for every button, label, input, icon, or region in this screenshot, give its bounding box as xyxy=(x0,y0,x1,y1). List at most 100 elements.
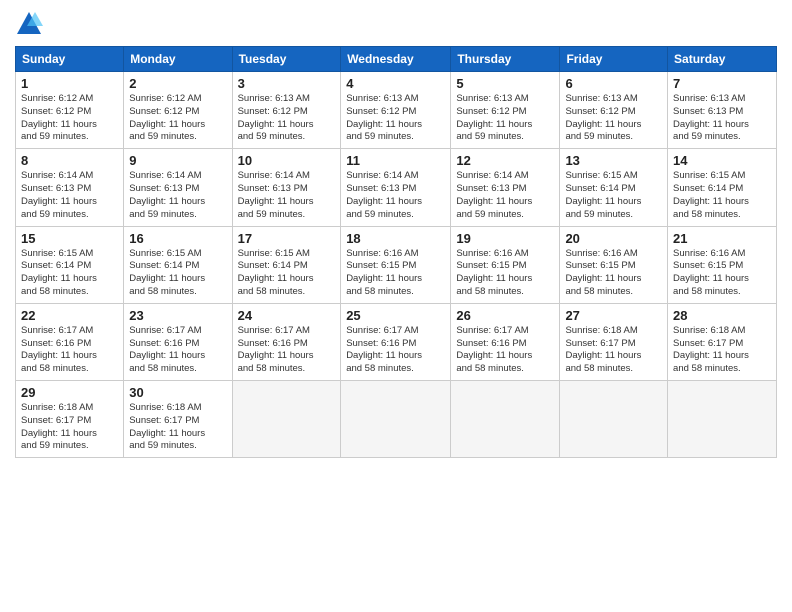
day-number: 22 xyxy=(21,308,118,323)
day-cell xyxy=(560,381,668,458)
day-info: Sunrise: 6:13 AM Sunset: 6:12 PM Dayligh… xyxy=(456,93,554,144)
day-cell: 2 Sunrise: 6:12 AM Sunset: 6:12 PM Daylig… xyxy=(124,72,232,149)
week-row-3: 15Sunrise: 6:15 AM Sunset: 6:14 PM Dayli… xyxy=(16,226,777,303)
day-cell: 17Sunrise: 6:15 AM Sunset: 6:14 PM Dayli… xyxy=(232,226,341,303)
day-number: 19 xyxy=(456,231,554,246)
day-info: Sunrise: 6:15 AM Sunset: 6:14 PM Dayligh… xyxy=(673,170,771,221)
day-cell: 6 Sunrise: 6:13 AM Sunset: 6:12 PM Daylig… xyxy=(560,72,668,149)
day-cell: 3Sunrise: 6:13 AM Sunset: 6:12 PM Daylig… xyxy=(232,72,341,149)
day-info: Sunrise: 6:17 AM Sunset: 6:16 PM Dayligh… xyxy=(129,325,226,376)
day-cell: 27 Sunrise: 6:18 AM Sunset: 6:17 PM Dayli… xyxy=(560,303,668,380)
day-cell: 23 Sunrise: 6:17 AM Sunset: 6:16 PM Dayli… xyxy=(124,303,232,380)
day-info: Sunrise: 6:13 AM Sunset: 6:13 PM Dayligh… xyxy=(673,93,771,144)
day-info: Sunrise: 6:13 AM Sunset: 6:12 PM Dayligh… xyxy=(346,93,445,144)
day-info: Sunrise: 6:18 AM Sunset: 6:17 PM Dayligh… xyxy=(21,402,118,453)
header-cell-monday: Monday xyxy=(124,47,232,72)
day-number: 10 xyxy=(238,153,336,168)
day-info: Sunrise: 6:16 AM Sunset: 6:15 PM Dayligh… xyxy=(565,248,662,299)
day-cell: 24 Sunrise: 6:17 AM Sunset: 6:16 PM Dayli… xyxy=(232,303,341,380)
day-info: Sunrise: 6:14 AM Sunset: 6:13 PM Dayligh… xyxy=(346,170,445,221)
day-info: Sunrise: 6:18 AM Sunset: 6:17 PM Dayligh… xyxy=(129,402,226,453)
day-number: 18 xyxy=(346,231,445,246)
logo-icon xyxy=(15,10,43,38)
day-cell: 28 Sunrise: 6:18 AM Sunset: 6:17 PM Dayli… xyxy=(668,303,777,380)
day-number: 2 xyxy=(129,76,226,91)
day-info: Sunrise: 6:15 AM Sunset: 6:14 PM Dayligh… xyxy=(21,248,118,299)
day-cell: 13 Sunrise: 6:15 AM Sunset: 6:14 PM Dayli… xyxy=(560,149,668,226)
day-cell: 12 Sunrise: 6:14 AM Sunset: 6:13 PM Dayli… xyxy=(451,149,560,226)
day-cell xyxy=(668,381,777,458)
day-info: Sunrise: 6:14 AM Sunset: 6:13 PM Dayligh… xyxy=(456,170,554,221)
day-number: 29 xyxy=(21,385,118,400)
header-row: SundayMondayTuesdayWednesdayThursdayFrid… xyxy=(16,47,777,72)
day-cell xyxy=(451,381,560,458)
day-number: 24 xyxy=(238,308,336,323)
day-number: 26 xyxy=(456,308,554,323)
day-number: 25 xyxy=(346,308,445,323)
day-cell xyxy=(232,381,341,458)
day-number: 30 xyxy=(129,385,226,400)
day-number: 28 xyxy=(673,308,771,323)
header xyxy=(15,10,777,38)
header-cell-sunday: Sunday xyxy=(16,47,124,72)
day-cell: 25 Sunrise: 6:17 AM Sunset: 6:16 PM Dayli… xyxy=(341,303,451,380)
day-number: 9 xyxy=(129,153,226,168)
day-number: 14 xyxy=(673,153,771,168)
day-info: Sunrise: 6:14 AM Sunset: 6:13 PM Dayligh… xyxy=(21,170,118,221)
day-info: Sunrise: 6:16 AM Sunset: 6:15 PM Dayligh… xyxy=(456,248,554,299)
day-number: 23 xyxy=(129,308,226,323)
day-cell: 14 Sunrise: 6:15 AM Sunset: 6:14 PM Dayli… xyxy=(668,149,777,226)
day-cell: 16 Sunrise: 6:15 AM Sunset: 6:14 PM Dayli… xyxy=(124,226,232,303)
day-cell: 21 Sunrise: 6:16 AM Sunset: 6:15 PM Dayli… xyxy=(668,226,777,303)
calendar-table: SundayMondayTuesdayWednesdayThursdayFrid… xyxy=(15,46,777,458)
page: SundayMondayTuesdayWednesdayThursdayFrid… xyxy=(0,0,792,612)
day-info: Sunrise: 6:17 AM Sunset: 6:16 PM Dayligh… xyxy=(238,325,336,376)
week-row-5: 29 Sunrise: 6:18 AM Sunset: 6:17 PM Dayli… xyxy=(16,381,777,458)
calendar-body: 1 Sunrise: 6:12 AM Sunset: 6:12 PM Daylig… xyxy=(16,72,777,458)
day-number: 20 xyxy=(565,231,662,246)
day-cell: 8 Sunrise: 6:14 AM Sunset: 6:13 PM Daylig… xyxy=(16,149,124,226)
day-info: Sunrise: 6:15 AM Sunset: 6:14 PM Dayligh… xyxy=(129,248,226,299)
day-number: 1 xyxy=(21,76,118,91)
day-cell: 15Sunrise: 6:15 AM Sunset: 6:14 PM Dayli… xyxy=(16,226,124,303)
day-info: Sunrise: 6:14 AM Sunset: 6:13 PM Dayligh… xyxy=(129,170,226,221)
day-info: Sunrise: 6:17 AM Sunset: 6:16 PM Dayligh… xyxy=(346,325,445,376)
day-cell: 29 Sunrise: 6:18 AM Sunset: 6:17 PM Dayli… xyxy=(16,381,124,458)
day-info: Sunrise: 6:18 AM Sunset: 6:17 PM Dayligh… xyxy=(565,325,662,376)
day-cell: 1 Sunrise: 6:12 AM Sunset: 6:12 PM Daylig… xyxy=(16,72,124,149)
day-cell: 30 Sunrise: 6:18 AM Sunset: 6:17 PM Dayli… xyxy=(124,381,232,458)
day-number: 27 xyxy=(565,308,662,323)
day-number: 21 xyxy=(673,231,771,246)
week-row-1: 1 Sunrise: 6:12 AM Sunset: 6:12 PM Daylig… xyxy=(16,72,777,149)
day-number: 3 xyxy=(238,76,336,91)
day-cell: 26 Sunrise: 6:17 AM Sunset: 6:16 PM Dayli… xyxy=(451,303,560,380)
day-number: 7 xyxy=(673,76,771,91)
header-cell-thursday: Thursday xyxy=(451,47,560,72)
day-number: 6 xyxy=(565,76,662,91)
day-number: 12 xyxy=(456,153,554,168)
day-info: Sunrise: 6:13 AM Sunset: 6:12 PM Dayligh… xyxy=(565,93,662,144)
day-number: 5 xyxy=(456,76,554,91)
day-info: Sunrise: 6:18 AM Sunset: 6:17 PM Dayligh… xyxy=(673,325,771,376)
day-info: Sunrise: 6:12 AM Sunset: 6:12 PM Dayligh… xyxy=(21,93,118,144)
header-cell-tuesday: Tuesday xyxy=(232,47,341,72)
day-info: Sunrise: 6:12 AM Sunset: 6:12 PM Dayligh… xyxy=(129,93,226,144)
day-number: 11 xyxy=(346,153,445,168)
day-number: 13 xyxy=(565,153,662,168)
day-number: 8 xyxy=(21,153,118,168)
day-cell: 20 Sunrise: 6:16 AM Sunset: 6:15 PM Dayli… xyxy=(560,226,668,303)
day-info: Sunrise: 6:14 AM Sunset: 6:13 PM Dayligh… xyxy=(238,170,336,221)
day-info: Sunrise: 6:17 AM Sunset: 6:16 PM Dayligh… xyxy=(456,325,554,376)
day-info: Sunrise: 6:16 AM Sunset: 6:15 PM Dayligh… xyxy=(673,248,771,299)
header-cell-wednesday: Wednesday xyxy=(341,47,451,72)
day-number: 4 xyxy=(346,76,445,91)
day-info: Sunrise: 6:16 AM Sunset: 6:15 PM Dayligh… xyxy=(346,248,445,299)
day-cell: 4 Sunrise: 6:13 AM Sunset: 6:12 PM Daylig… xyxy=(341,72,451,149)
day-cell: 11 Sunrise: 6:14 AM Sunset: 6:13 PM Dayli… xyxy=(341,149,451,226)
day-info: Sunrise: 6:15 AM Sunset: 6:14 PM Dayligh… xyxy=(565,170,662,221)
day-cell: 9 Sunrise: 6:14 AM Sunset: 6:13 PM Daylig… xyxy=(124,149,232,226)
day-cell: 18 Sunrise: 6:16 AM Sunset: 6:15 PM Dayli… xyxy=(341,226,451,303)
day-cell: 10 Sunrise: 6:14 AM Sunset: 6:13 PM Dayli… xyxy=(232,149,341,226)
day-info: Sunrise: 6:17 AM Sunset: 6:16 PM Dayligh… xyxy=(21,325,118,376)
day-number: 16 xyxy=(129,231,226,246)
